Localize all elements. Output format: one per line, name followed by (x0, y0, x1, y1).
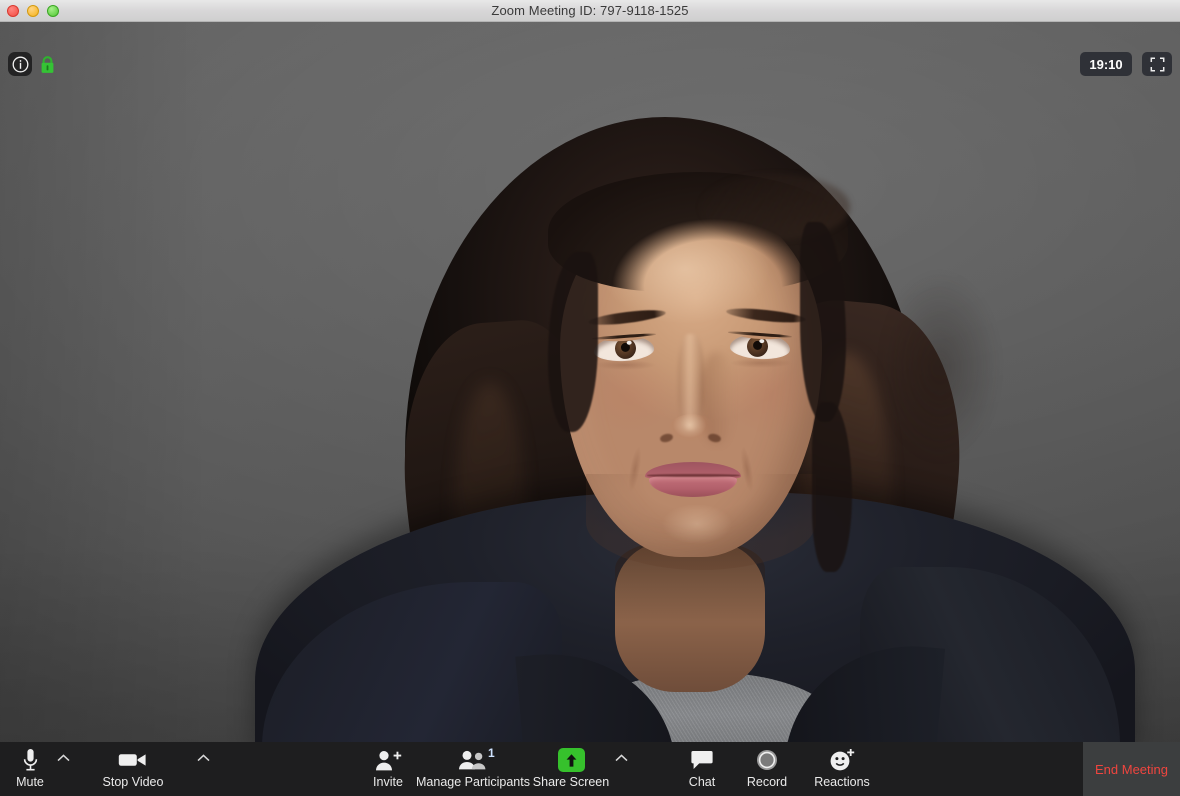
meeting-timer: 19:10 (1080, 52, 1132, 76)
smiley-plus-icon (829, 747, 855, 773)
reactions-label: Reactions (814, 775, 870, 789)
share-screen-label: Share Screen (532, 775, 610, 789)
meeting-info-controls (8, 52, 55, 76)
invite-button[interactable]: Invite (362, 742, 414, 789)
encryption-lock-button[interactable] (39, 54, 55, 75)
chin-highlight (662, 504, 732, 544)
manage-participants-button[interactable]: 1 Manage Participants (414, 742, 532, 789)
participant-video-figure (0, 22, 1180, 742)
chevron-up-icon (196, 754, 210, 762)
enter-fullscreen-button[interactable] (1142, 52, 1172, 76)
nose-tip (668, 414, 716, 448)
record-label: Record (746, 775, 788, 789)
mute-label: Mute (16, 775, 44, 789)
reactions-button[interactable]: Reactions (802, 742, 882, 789)
under-eye-left (594, 360, 656, 370)
meeting-controls-toolbar: Mute Stop Video Invite 1 Manage Particip… (0, 742, 1180, 796)
chat-button[interactable]: Chat (672, 742, 732, 789)
video-stage[interactable]: 19:10 (0, 22, 1180, 742)
mouth-line (647, 474, 740, 477)
chat-label: Chat (688, 775, 716, 789)
hair-wisps (880, 272, 1000, 462)
manage-participants-label: Manage Participants (416, 775, 530, 789)
record-button[interactable]: Record (732, 742, 802, 789)
window-titlebar: Zoom Meeting ID: 797-9118-1525 (0, 0, 1180, 22)
under-eye-right (730, 358, 792, 368)
window-title: Zoom Meeting ID: 797-9118-1525 (491, 3, 689, 18)
invite-label: Invite (373, 775, 403, 789)
mute-button[interactable]: Mute (8, 742, 52, 789)
end-meeting-button[interactable]: End Meeting (1083, 742, 1180, 796)
chat-bubble-icon (690, 747, 714, 773)
toolbar-middle-group: Invite 1 Manage Participants Share Scree… (362, 742, 632, 796)
record-circle-icon (755, 747, 779, 773)
microphone-icon (22, 747, 39, 773)
end-meeting-label: End Meeting (1095, 761, 1168, 777)
meeting-info-button[interactable] (8, 52, 32, 76)
meeting-timer-controls: 19:10 (1080, 52, 1172, 76)
share-screen-green-box (557, 748, 585, 772)
share-screen-button[interactable]: Share Screen (532, 742, 610, 789)
toolbar-left-group: Mute Stop Video (8, 742, 214, 796)
person-add-icon (374, 747, 402, 773)
stop-video-label: Stop Video (102, 775, 164, 789)
participant-count-badge: 1 (488, 746, 495, 760)
video-camera-icon (118, 747, 148, 773)
eye-glint-right (759, 338, 765, 344)
chevron-up-icon (56, 754, 70, 762)
stop-video-button[interactable]: Stop Video (74, 742, 192, 789)
video-options-caret[interactable] (192, 742, 214, 762)
green-padlock-icon (41, 55, 53, 73)
chevron-up-icon (614, 754, 628, 762)
zoom-meeting-window: Zoom Meeting ID: 797-9118-1525 19:10 Mut… (0, 0, 1180, 796)
share-options-caret[interactable] (610, 742, 632, 762)
share-screen-up-arrow-icon (557, 747, 585, 773)
enter-fullscreen-icon (1150, 57, 1164, 71)
info-circle-icon (12, 56, 28, 72)
audio-options-caret[interactable] (52, 742, 74, 762)
toolbar-right-group: Chat Record Reactions (672, 742, 882, 796)
participants-icon: 1 (457, 746, 495, 773)
